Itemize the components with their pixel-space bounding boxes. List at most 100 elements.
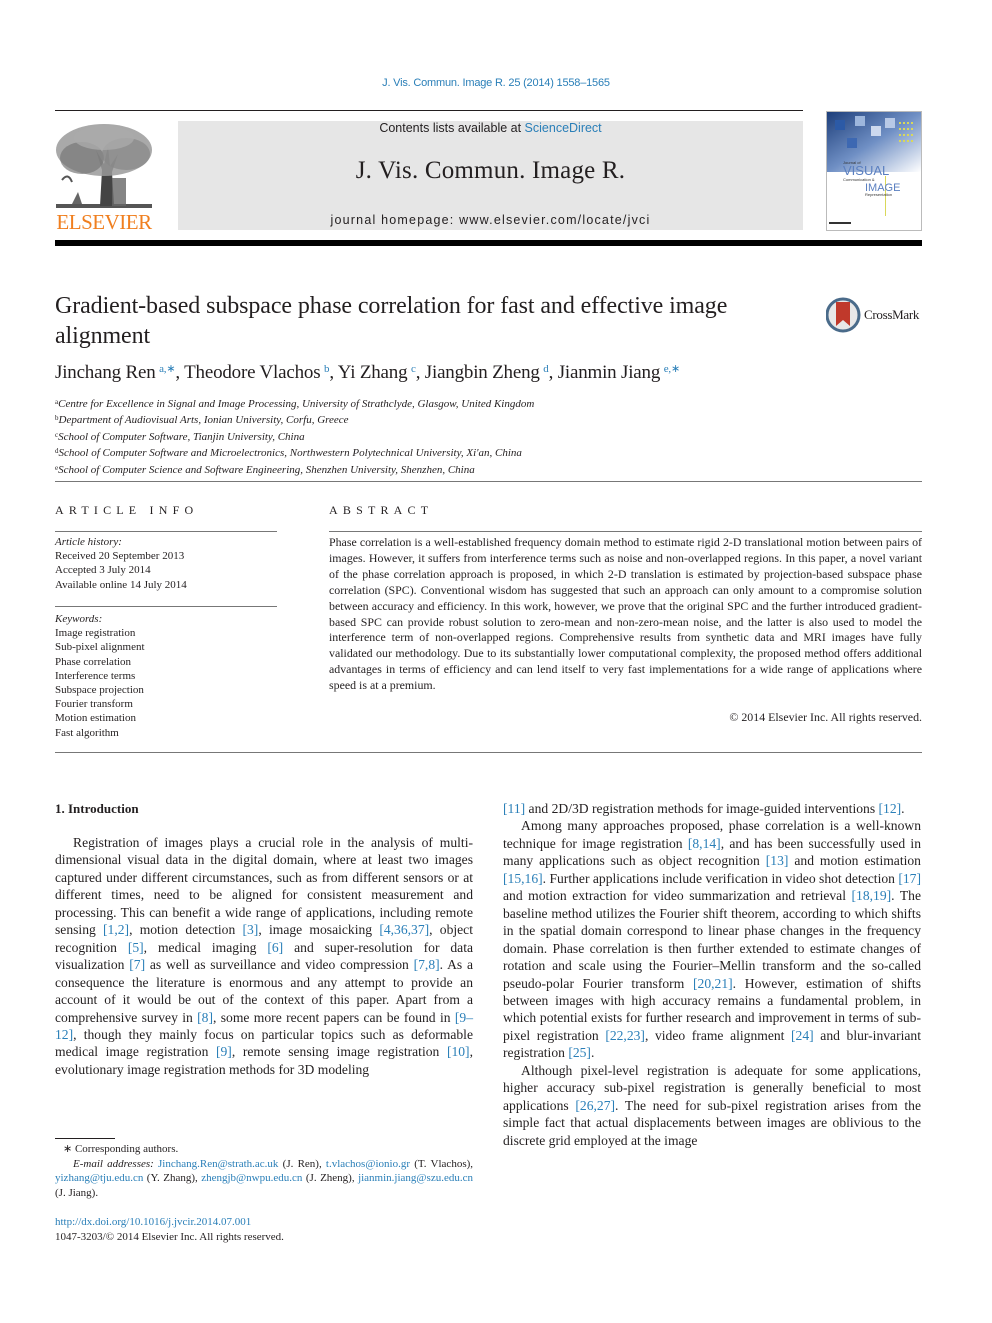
affiliation: dSchool of Computer Software and Microel… — [55, 447, 522, 460]
article-info-heading: ARTICLE INFO — [55, 503, 199, 517]
article-history: Article history: Received 20 September 2… — [55, 535, 187, 592]
section-rule — [55, 481, 922, 482]
affiliation: eSchool of Computer Science and Software… — [55, 463, 475, 476]
abstract-heading: ABSTRACT — [329, 503, 434, 517]
keywords: Keywords: Image registration Sub-pixel a… — [55, 612, 145, 740]
doi-link[interactable]: http://dx.doi.org/10.1016/j.jvcir.2014.0… — [55, 1216, 251, 1228]
crossmark-button[interactable]: CrossMark — [826, 296, 926, 336]
author-affiliation-ref[interactable]: b — [324, 363, 330, 375]
affiliation: aCentre for Excellence in Signal and Ima… — [55, 398, 535, 410]
online-date: Available online 14 July 2014 — [55, 578, 187, 591]
author-affiliation-ref[interactable]: e,∗ — [664, 363, 680, 375]
abstract-text: Phase correlation is a well-established … — [329, 535, 922, 693]
keyword: Fourier transform — [55, 698, 133, 711]
affiliation-list: aCentre for Excellence in Signal and Ima… — [55, 395, 534, 477]
email-note: E-mail addresses: Jinchang.Ren@strath.ac… — [55, 1157, 473, 1201]
reference-link[interactable]: [10] — [447, 1044, 470, 1059]
corresponding-note: ∗ Corresponding authors. — [63, 1143, 179, 1155]
reference-link[interactable]: [7,8] — [414, 957, 440, 972]
reference-link[interactable]: [4,36,37] — [379, 922, 429, 937]
reference-link[interactable]: [18,19] — [852, 888, 892, 903]
reference-link[interactable]: [24] — [791, 1028, 814, 1043]
footnote-rule — [55, 1138, 115, 1139]
info-rule — [55, 606, 277, 607]
reference-link[interactable]: [6] — [267, 940, 283, 955]
author-affiliation-ref[interactable]: d — [543, 363, 549, 375]
keyword: Sub-pixel alignment — [55, 641, 145, 654]
cover-line5: Representation — [865, 192, 892, 197]
author-affiliation-ref[interactable]: a,∗ — [159, 363, 175, 375]
paragraph: Although pixel-level registration is ade… — [503, 1062, 922, 1148]
email-link[interactable]: yizhang@tju.edu.cn — [55, 1172, 143, 1184]
author[interactable]: Jiangbin Zheng d — [425, 362, 549, 383]
paragraph: [11] and 2D/3D registration methods for … — [503, 801, 905, 816]
keyword: Subspace projection — [55, 684, 144, 697]
author-affiliation-ref[interactable]: c — [411, 363, 416, 375]
received-date: Received 20 September 2013 — [55, 550, 185, 563]
article-title: Gradient-based subspace phase correlatio… — [55, 293, 728, 349]
author[interactable]: Jinchang Ren a,∗ — [55, 362, 176, 383]
journal-cover-image: Journal of VISUAL Communication & IMAGE … — [827, 112, 921, 224]
author[interactable]: Yi Zhang c — [338, 362, 416, 383]
contents-line: Contents lists available at ScienceDirec… — [178, 121, 803, 135]
reference-link[interactable]: [7] — [129, 957, 145, 972]
section-rule — [55, 752, 922, 753]
reference-link[interactable]: [20,21] — [693, 976, 733, 991]
issn-copyright: 1047-3203/© 2014 Elsevier Inc. All right… — [55, 1231, 284, 1243]
sciencedirect-link[interactable]: ScienceDirect — [525, 121, 602, 135]
contents-prefix: Contents lists available at — [379, 121, 525, 135]
body-column-right: [11] and 2D/3D registration methods for … — [503, 800, 921, 1149]
accepted-date: Accepted 3 July 2014 — [55, 564, 151, 577]
reference-link[interactable]: [3] — [242, 922, 258, 937]
keyword: Motion estimation — [55, 712, 136, 725]
keyword: Interference terms — [55, 669, 136, 682]
author[interactable]: Jianmin Jiang e,∗ — [558, 362, 680, 383]
cover-line2: VISUAL — [843, 163, 889, 178]
reference-link[interactable]: [9–12] — [55, 1010, 473, 1042]
journal-masthead: Contents lists available at ScienceDirec… — [178, 121, 803, 230]
reference-link[interactable]: [5] — [128, 940, 144, 955]
reference-link[interactable]: [1,2] — [103, 922, 129, 937]
header-thick-rule — [55, 240, 922, 246]
paragraph: Registration of images plays a crucial r… — [55, 835, 474, 1077]
journal-cover[interactable]: Journal of VISUAL Communication & IMAGE … — [826, 111, 922, 231]
reference-link[interactable]: [8,14] — [688, 836, 721, 851]
affiliation: bDepartment of Audiovisual Arts, Ionian … — [55, 414, 349, 427]
reference-link[interactable]: [9] — [216, 1044, 232, 1059]
section-heading: 1. Introduction — [55, 801, 139, 816]
keyword: Phase correlation — [55, 655, 132, 668]
elsevier-logo[interactable]: ELSEVIER — [52, 120, 156, 235]
reference-link[interactable]: [12] — [879, 801, 902, 816]
abstract-rule — [329, 531, 922, 532]
keyword: Fast algorithm — [55, 726, 119, 739]
crossmark-label: CrossMark — [864, 307, 920, 322]
email-link[interactable]: zhengjb@nwpu.edu.cn — [201, 1172, 302, 1184]
reference-link[interactable]: [26,27] — [575, 1098, 615, 1113]
crossmark-icon — [826, 297, 861, 333]
reference-link[interactable]: [13] — [766, 853, 789, 868]
author[interactable]: Theodore Vlachos b — [184, 362, 329, 383]
reference-link[interactable]: [8] — [197, 1010, 213, 1025]
journal-title: J. Vis. Commun. Image R. — [355, 157, 626, 184]
reference-link[interactable]: [11] — [503, 801, 525, 816]
info-rule — [55, 531, 277, 532]
email-link[interactable]: t.vlachos@ionio.gr — [326, 1158, 410, 1170]
reference-link[interactable]: [25] — [568, 1045, 591, 1060]
journal-citation[interactable]: J. Vis. Commun. Image R. 25 (2014) 1558–… — [0, 77, 992, 89]
tree-icon — [56, 124, 152, 208]
email-link[interactable]: jian­min.jiang@szu.edu.cn — [358, 1172, 473, 1184]
affiliation: cSchool of Computer Software, Tianjin Un… — [55, 430, 305, 443]
author-list: Jinchang Ren a,∗, Theodore Vlachos b, Yi… — [55, 362, 680, 383]
journal-homepage-link[interactable]: journal homepage: www.elsevier.com/locat… — [178, 213, 803, 227]
reference-link[interactable]: [15,16] — [503, 871, 543, 886]
footnotes: ∗ Corresponding authors. E-mail addresse… — [55, 1142, 473, 1200]
reference-link[interactable]: [22,23] — [605, 1028, 645, 1043]
history-label: Article history: — [55, 536, 122, 548]
header-rule — [55, 110, 803, 111]
body-column-left: Registration of images plays a crucial r… — [55, 834, 473, 1078]
reference-link[interactable]: [17] — [898, 871, 921, 886]
email-label: E-mail addresses: — [73, 1157, 154, 1170]
email-link[interactable]: Jinchang.Ren@strath.ac.uk — [158, 1158, 278, 1170]
abstract-copyright: © 2014 Elsevier Inc. All rights reserved… — [729, 710, 922, 724]
keyword: Image registration — [55, 627, 136, 640]
